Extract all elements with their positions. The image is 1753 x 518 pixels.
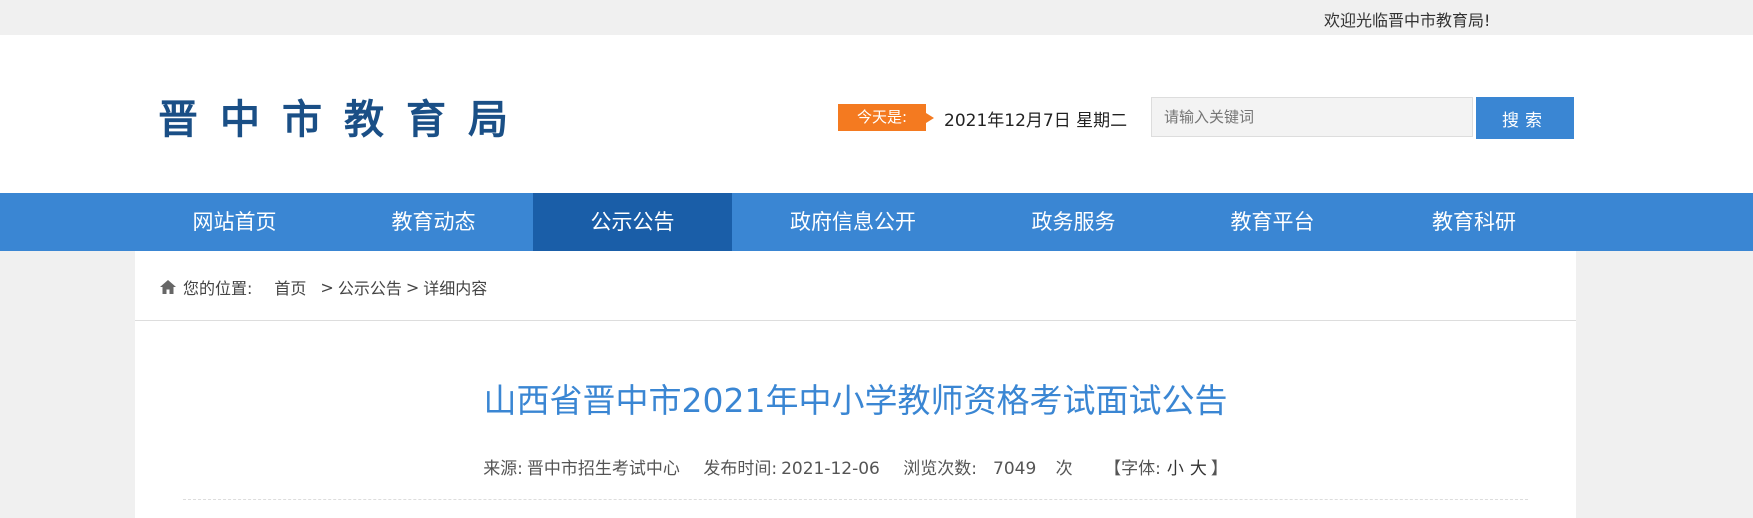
nav-item-gov-services[interactable]: 政务服务 [974,193,1173,251]
nav-item-education-news[interactable]: 教育动态 [334,193,533,251]
font-small-button[interactable]: 小 [1167,459,1184,479]
nav-item-edu-research[interactable]: 教育科研 [1372,193,1576,251]
welcome-text: 欢迎光临晋中市教育局! [1324,11,1491,30]
breadcrumb-label: 您的位置: [183,279,253,298]
breadcrumb-separator: > [320,277,334,297]
main-nav: 网站首页 教育动态 公示公告 政府信息公开 政务服务 教育平台 教育科研 [0,193,1753,251]
font-size-close: 】 [1210,459,1228,479]
today-date: 2021年12月7日 星期二 [944,111,1128,131]
breadcrumb-separator: > [405,277,420,297]
breadcrumb: 您的位置: 首页 > 公示公告 > 详细内容 [159,275,487,299]
site-logo[interactable]: 晋中市教育局 [158,87,530,145]
search-input[interactable] [1151,97,1473,137]
breadcrumb-announcements[interactable]: 公示公告 [338,275,402,299]
views-count: 7049 [993,459,1037,479]
home-icon [160,280,176,294]
nav-item-announcements[interactable]: 公示公告 [533,193,732,251]
nav-item-gov-info[interactable]: 政府信息公开 [732,193,974,251]
search-button[interactable]: 搜索 [1476,97,1574,139]
breadcrumb-detail: 详细内容 [423,279,488,298]
meta-divider [183,499,1528,500]
breadcrumb-home[interactable]: 首页 [274,275,306,299]
article-meta: 来源: 晋中市招生考试中心 发布时间: 2021-12-06 浏览次数: 7049 次… [135,454,1576,479]
top-bar: 欢迎光临晋中市教育局! [0,0,1753,35]
publish-label: 发布时间: [703,459,778,479]
nav-item-home[interactable]: 网站首页 [135,193,334,251]
header: 晋中市教育局 今天是: 2021年12月7日 星期二 搜索 [0,35,1753,193]
publish-date: 2021-12-06 [781,459,880,479]
source-label: 来源: [483,459,523,479]
views-unit: 次 [1055,459,1073,479]
font-size-label: 【字体: [1104,459,1161,479]
source-value: 晋中市招生考试中心 [526,459,680,479]
views-label: 浏览次数: [903,459,977,479]
divider [135,320,1576,321]
article-title: 山西省晋中市2021年中小学教师资格考试面试公告 [483,381,1228,420]
font-large-button[interactable]: 大 [1190,459,1207,479]
content-panel: 您的位置: 首页 > 公示公告 > 详细内容 山西省晋中市2021年中小学教师资… [135,251,1576,518]
nav-item-edu-platform[interactable]: 教育平台 [1173,193,1372,251]
today-label: 今天是: [838,104,934,131]
